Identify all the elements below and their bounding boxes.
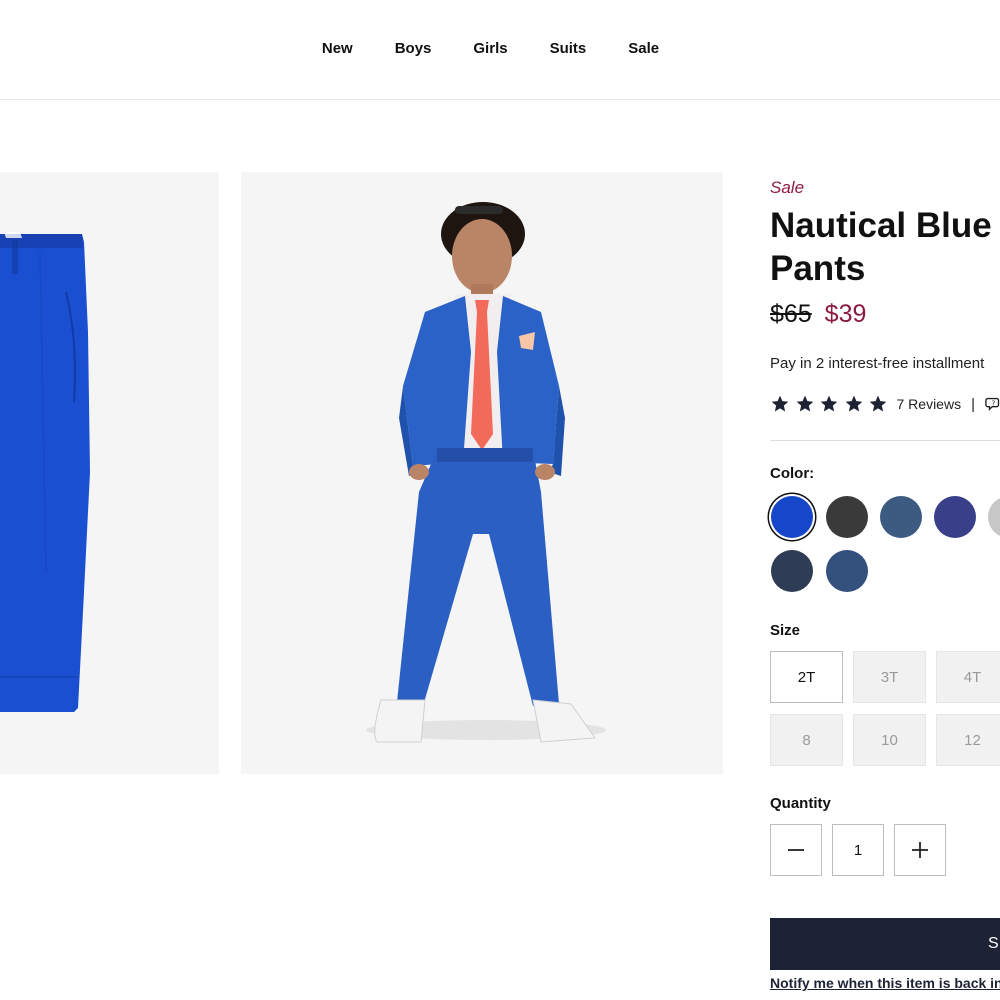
rating-separator: | [971, 395, 975, 413]
plus-icon [912, 842, 928, 858]
star-icon [845, 395, 862, 412]
product-title: Nautical Blue S Pants [770, 204, 1000, 290]
size-option-4t[interactable]: 4T [936, 651, 1000, 703]
star-icon [820, 395, 838, 412]
quantity-label: Quantity [770, 795, 831, 812]
product-image-model[interactable] [241, 172, 723, 774]
questions-icon[interactable]: ? [985, 395, 1000, 413]
pants-illustration [0, 232, 90, 712]
reviews-link[interactable]: 7 Reviews [897, 396, 962, 412]
star-icon [771, 395, 789, 412]
sale-badge: Sale [770, 178, 805, 197]
star-icon [796, 395, 813, 412]
color-label: Color: [770, 465, 815, 482]
installments-text: Pay in 2 interest-free installment [770, 355, 985, 372]
nav-item-sale[interactable]: Sale [628, 40, 659, 57]
star-icon [869, 395, 887, 412]
model-illustration [366, 202, 606, 743]
quantity-decrease-button[interactable] [770, 824, 822, 876]
size-label: Size [770, 622, 801, 639]
size-option-3t[interactable]: 3T [853, 651, 926, 703]
color-swatch-slate-blue-tweed[interactable] [880, 496, 922, 538]
main-nav: New Boys Girls Suits Sale [0, 40, 1000, 57]
price-sale: $39 [824, 300, 867, 328]
color-swatch-denim-blue[interactable] [826, 550, 868, 592]
product-image-pants[interactable] [0, 172, 219, 774]
star-rating[interactable] [770, 394, 893, 414]
price-original: $65 [770, 300, 812, 328]
size-option-8[interactable]: 8 [770, 714, 843, 766]
add-to-cart-button[interactable]: S [770, 918, 1000, 970]
product-title-line2: Pants [770, 249, 866, 288]
color-swatch-dark-navy-check[interactable] [771, 550, 813, 592]
size-option-10[interactable]: 10 [853, 714, 926, 766]
notify-back-in-stock-link[interactable]: Notify me when this item is back in [770, 975, 1000, 991]
size-option-12[interactable]: 12 [936, 714, 1000, 766]
color-swatch-charcoal[interactable] [826, 496, 868, 538]
nav-item-girls[interactable]: Girls [473, 40, 507, 57]
site-header: New Boys Girls Suits Sale [0, 0, 1000, 100]
nav-item-boys[interactable]: Boys [395, 40, 432, 57]
quantity-increase-button[interactable] [894, 824, 946, 876]
info-divider [770, 440, 1000, 441]
nav-item-suits[interactable]: Suits [550, 40, 587, 57]
price-row: $65 $39 [770, 300, 866, 329]
rating-row: 7 Reviews | ? [770, 394, 1000, 414]
color-swatch-navy-plaid[interactable] [934, 496, 976, 538]
color-swatch-light-grey[interactable] [988, 496, 1000, 538]
size-option-2t[interactable]: 2T [770, 651, 843, 703]
quantity-input[interactable]: 1 [832, 824, 884, 876]
minus-icon [788, 849, 804, 851]
nav-item-new[interactable]: New [322, 40, 353, 57]
add-to-cart-label: S [988, 935, 999, 952]
svg-text:?: ? [991, 398, 995, 407]
color-swatch-royal-blue[interactable] [771, 496, 813, 538]
product-title-line1: Nautical Blue S [770, 206, 1000, 245]
